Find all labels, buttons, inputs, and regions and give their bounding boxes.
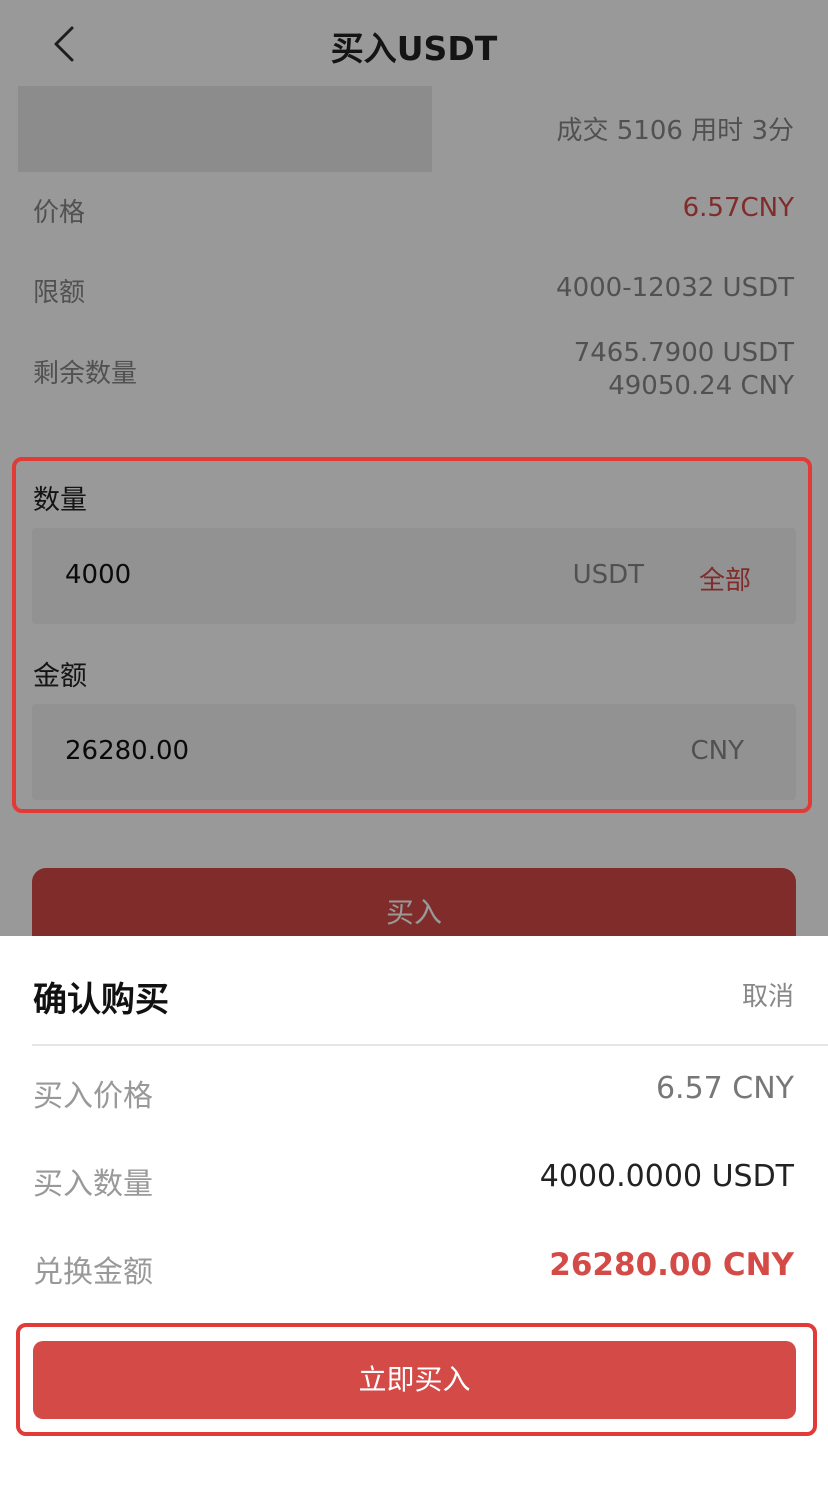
confirm-sheet: 确认购买 取消 买入价格 6.57 CNY 买入数量 4000.0000 USD… — [0, 936, 828, 1509]
buy-price-value: 6.57 CNY — [655, 1071, 794, 1106]
divider — [32, 1044, 828, 1046]
sheet-row-quantity: 买入数量 4000.0000 USDT — [33, 1159, 794, 1203]
sheet-row-price: 买入价格 6.57 CNY — [33, 1071, 794, 1115]
sheet-title: 确认购买 — [33, 980, 169, 1020]
buy-price-label: 买入价格 — [33, 1079, 153, 1114]
cancel-button[interactable]: 取消 — [742, 976, 794, 1013]
confirm-buy-button[interactable]: 立即买入 — [33, 1341, 796, 1419]
app-root: 买入USDT 成交 5106 用时 3分 价格 6.57CNY 限额 4000-… — [0, 0, 828, 1509]
sheet-row-amount: 兑换金额 26280.00 CNY — [33, 1247, 794, 1291]
highlight-frame-form — [12, 457, 812, 813]
buy-quantity-value: 4000.0000 USDT — [539, 1159, 794, 1194]
buy-quantity-label: 买入数量 — [33, 1167, 153, 1202]
exchange-amount-value: 26280.00 CNY — [549, 1247, 794, 1283]
exchange-amount-label: 兑换金额 — [33, 1255, 153, 1290]
